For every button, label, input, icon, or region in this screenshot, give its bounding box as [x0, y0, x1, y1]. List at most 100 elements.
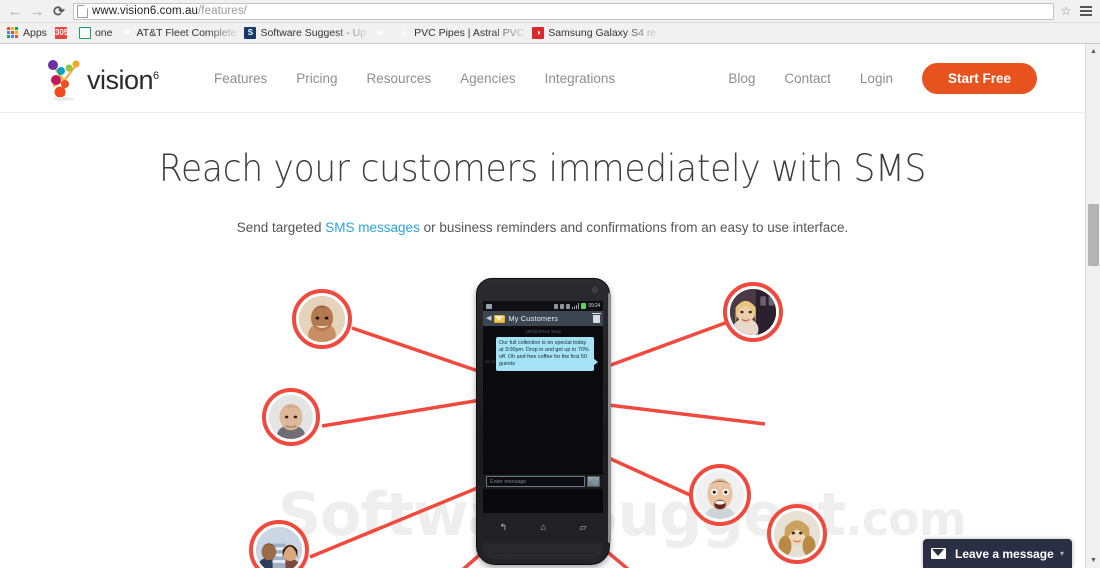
page-viewport: vision6 Features Pricing Resources Agenc… — [0, 44, 1100, 568]
phone-chat-area: 26/02/2014 Wed 09:24 Our full collection… — [483, 326, 603, 489]
phone-mockup: 09:24 ◀ My Customers 26/02/2014 Wed 09:2… — [476, 278, 611, 565]
message-input[interactable]: Enter message — [486, 476, 585, 487]
phone-screen: 09:24 ◀ My Customers 26/02/2014 Wed 09:2… — [483, 301, 603, 513]
apps-grid-icon — [7, 27, 19, 39]
nav-home-icon[interactable]: ⌂ — [541, 522, 546, 532]
reload-icon[interactable]: ⟳ — [48, 1, 70, 21]
trash-icon[interactable] — [592, 312, 601, 323]
avatar-photo — [269, 395, 313, 439]
vision6-logo-mark — [45, 58, 85, 102]
scroll-down-arrow-icon[interactable]: ▼ — [1086, 553, 1100, 568]
nav-item-integrations[interactable]: Integrations — [545, 71, 616, 86]
phone-nav-keys: ↰ ⌂ ▱ — [483, 519, 603, 535]
nav-item-login[interactable]: Login — [860, 71, 893, 86]
url-text: www.vision6.com.au/features/ — [92, 5, 247, 17]
nav-item-resources[interactable]: Resources — [367, 71, 432, 86]
red-tilde-icon: ≋ — [376, 28, 384, 37]
battery-icon — [581, 303, 587, 309]
web-page: vision6 Features Pricing Resources Agenc… — [0, 44, 1085, 568]
green-sheet-icon — [78, 27, 91, 39]
phone-status-bar: 09:24 — [483, 301, 603, 311]
paperclip-icon[interactable]: 📎 — [587, 476, 600, 487]
nav-item-blog[interactable]: Blog — [728, 71, 755, 86]
bookmark-label: AT&T Fleet Complete — [136, 27, 237, 39]
envelope-icon — [494, 314, 506, 323]
bookmark-red-square[interactable]: 305 — [53, 25, 76, 42]
avatar-couple[interactable] — [249, 520, 309, 568]
back-arrow-icon[interactable]: ← — [4, 1, 26, 21]
message-bubble: Our full collection is on special today … — [496, 337, 599, 371]
nav-item-features[interactable]: Features — [214, 71, 267, 86]
chevron-left-icon[interactable]: ◀ — [486, 315, 491, 322]
chat-message-row: 09:24 Our full collection is on special … — [483, 337, 603, 371]
phone-chin — [483, 543, 603, 559]
bookmark-label: one — [94, 27, 113, 39]
avatar-man-shouting[interactable] — [689, 464, 751, 526]
nav-item-agencies[interactable]: Agencies — [460, 71, 516, 86]
nav-recents-icon[interactable]: ▱ — [579, 522, 586, 532]
bookmark-att-fleet[interactable]: ≋ AT&T Fleet Complete — [118, 25, 241, 42]
chat-date-divider: 26/02/2014 Wed — [525, 329, 561, 334]
scroll-up-arrow-icon[interactable]: ▲ — [1086, 44, 1100, 59]
hero-graphic: 09:24 ◀ My Customers 26/02/2014 Wed 09:2… — [0, 154, 1085, 568]
status-icon-3 — [566, 303, 571, 309]
nav-item-contact[interactable]: Contact — [784, 71, 831, 86]
leave-a-message-widget[interactable]: Leave a message ▾ — [923, 539, 1072, 568]
warning-triangle-icon: △ — [401, 28, 408, 37]
bookmark-apps[interactable]: Apps — [5, 25, 52, 42]
page-document-icon — [77, 4, 88, 18]
browser-window: ← → ⟳ www.vision6.com.au/features/ ☆ App… — [0, 0, 1100, 568]
bookmark-software-suggest[interactable]: S Software Suggest - Up — [242, 25, 371, 42]
secondary-navigation: Blog Contact Login Start Free — [728, 44, 1037, 112]
url-path: /features/ — [197, 5, 247, 17]
main-navigation: Features Pricing Resources Agencies Inte… — [214, 44, 644, 112]
avatar-photo — [299, 296, 345, 342]
bookmark-samsung-galaxy[interactable]: ◑ Samsung Galaxy S4 re — [530, 25, 661, 42]
bookmark-star-icon[interactable]: ☆ — [1058, 3, 1074, 19]
page-scrollbar[interactable]: ▲ ▼ — [1085, 44, 1100, 568]
scrollbar-thumb[interactable] — [1088, 204, 1099, 266]
red-square-icon: 305 — [54, 27, 67, 39]
signal-bars-icon — [572, 303, 580, 309]
conversation-title: My Customers — [508, 314, 558, 323]
red-circle-icon: ◑ — [532, 27, 545, 39]
avatar-photo — [256, 527, 302, 568]
status-time: 09:24 — [588, 303, 600, 309]
nav-back-icon[interactable]: ↰ — [500, 522, 508, 532]
bookmark-label: PVC Pipes | Astral PVC — [414, 27, 525, 39]
avatar-photo — [696, 471, 744, 519]
bookmark-tilde[interactable]: ≋ — [372, 25, 395, 42]
status-icon-2 — [560, 303, 565, 309]
message-composer: Enter message 📎 — [483, 473, 603, 489]
phone-camera-icon — [592, 287, 598, 293]
hamburger-menu-icon[interactable] — [1076, 1, 1096, 21]
nav-item-pricing[interactable]: Pricing — [296, 71, 337, 86]
avatar-man-bald[interactable] — [262, 388, 320, 446]
avatar-man-smiling[interactable] — [292, 289, 352, 349]
envelope-icon — [931, 548, 946, 559]
bookmarks-bar: Apps 305 one ≋ AT&T Fleet Complete S Sof… — [0, 22, 1100, 43]
chat-widget-label: Leave a message — [955, 546, 1054, 561]
message-timestamp: 09:24 — [485, 359, 496, 364]
address-bar[interactable]: www.vision6.com.au/features/ — [73, 2, 1054, 20]
att-globe-icon: ≋ — [123, 28, 130, 37]
bookmark-pvc-pipes[interactable]: △ PVC Pipes | Astral PVC — [396, 25, 529, 42]
software-suggest-icon: S — [244, 27, 257, 39]
bookmark-label: Apps — [23, 27, 47, 39]
avatar-photo — [730, 289, 776, 335]
bookmark-label: Samsung Galaxy S4 re — [548, 27, 657, 39]
site-logo[interactable]: vision6 — [45, 56, 220, 104]
forward-arrow-icon[interactable]: → — [26, 1, 48, 21]
logo-wordmark: vision6 — [87, 64, 159, 95]
avatar-woman-curly[interactable] — [767, 504, 827, 564]
start-free-button[interactable]: Start Free — [921, 62, 1037, 94]
browser-chrome: ← → ⟳ www.vision6.com.au/features/ ☆ App… — [0, 0, 1100, 44]
avatar-photo — [774, 511, 820, 557]
chevron-down-icon[interactable]: ▾ — [1060, 549, 1064, 558]
phone-app-bar: ◀ My Customers — [483, 311, 603, 326]
avatar-blonde-woman[interactable] — [723, 282, 783, 342]
bookmark-label: Software Suggest - Up — [260, 27, 367, 39]
bookmark-one[interactable]: one — [77, 25, 118, 42]
logo-superscript: 6 — [153, 69, 159, 82]
message-input-placeholder: Enter message — [490, 478, 527, 485]
